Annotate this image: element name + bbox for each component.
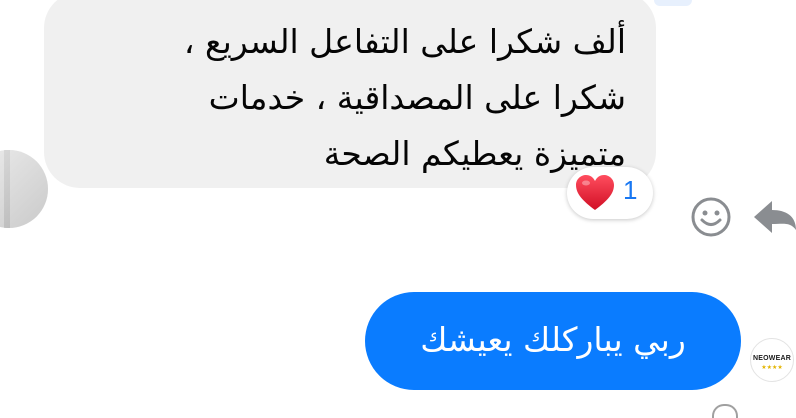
sender-avatar[interactable]: NEOWEAR ★★★★ bbox=[750, 338, 794, 382]
contact-avatar[interactable] bbox=[0, 150, 48, 228]
incoming-message-text: ألف شكرا على التفاعل السريع ، شكرا على ا… bbox=[183, 22, 626, 173]
previous-message-edge bbox=[654, 0, 692, 6]
avatar-brand-logo: NEOWEAR bbox=[753, 355, 791, 362]
reply-arrow-icon[interactable] bbox=[752, 196, 796, 238]
outgoing-message-bubble[interactable]: ربي يباركلك يعيشك bbox=[365, 292, 741, 390]
reaction-badge[interactable]: 1 bbox=[567, 167, 653, 219]
smile-icon[interactable] bbox=[690, 196, 732, 238]
avatar-highlight bbox=[0, 150, 48, 228]
incoming-message-bubble[interactable]: ألف شكرا على التفاعل السريع ، شكرا على ا… bbox=[44, 0, 656, 188]
outgoing-message-text: ربي يباركلك يعيشك bbox=[420, 320, 686, 359]
next-item-edge bbox=[712, 404, 738, 418]
heart-icon bbox=[576, 175, 614, 210]
avatar-stars: ★★★★ bbox=[761, 364, 783, 371]
reaction-count: 1 bbox=[623, 175, 638, 205]
